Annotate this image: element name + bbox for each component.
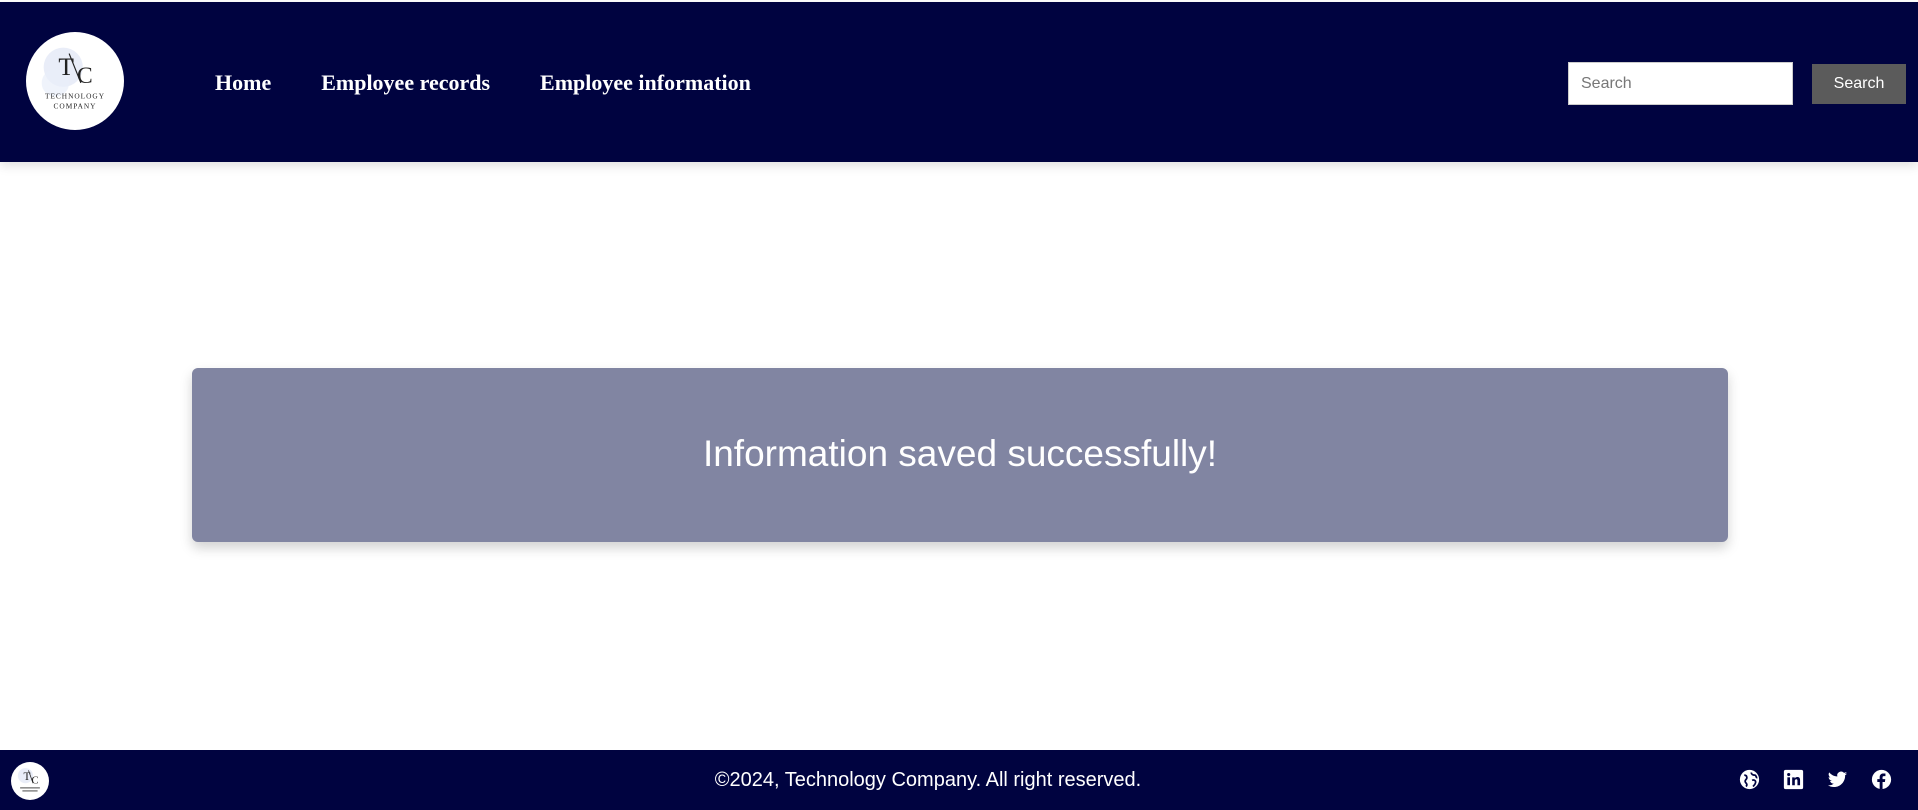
company-logo[interactable]: T C TECHNOLOGY COMPANY xyxy=(26,32,124,130)
svg-text:TECHNOLOGY: TECHNOLOGY xyxy=(45,92,105,101)
linkedin-icon[interactable] xyxy=(1783,769,1804,790)
social-links xyxy=(1739,769,1892,790)
alert-message: Information saved successfully! xyxy=(702,433,1218,474)
globe-icon[interactable] xyxy=(1739,769,1760,790)
nav-link-home[interactable]: Home xyxy=(215,69,271,97)
success-alert: Information saved successfully! xyxy=(192,368,1728,542)
main-nav: Home Employee records Employee informati… xyxy=(215,69,801,97)
search-input[interactable] xyxy=(1568,62,1793,105)
facebook-icon[interactable] xyxy=(1871,769,1892,790)
site-footer: T C ©2024, Technology Company. All right… xyxy=(0,750,1918,810)
nav-link-employee-records[interactable]: Employee records xyxy=(321,69,490,97)
site-header: T C TECHNOLOGY COMPANY Home Employee rec… xyxy=(0,2,1918,162)
svg-text:C: C xyxy=(77,63,93,89)
nav-link-employee-information[interactable]: Employee information xyxy=(540,69,751,97)
twitter-icon[interactable] xyxy=(1827,769,1848,790)
svg-text:COMPANY: COMPANY xyxy=(54,101,97,110)
svg-text:T: T xyxy=(58,52,74,81)
company-logo-image: T C TECHNOLOGY COMPANY xyxy=(41,47,105,110)
copyright-text: ©2024, Technology Company. All right res… xyxy=(714,769,1142,791)
search-button[interactable]: Search xyxy=(1812,64,1906,104)
